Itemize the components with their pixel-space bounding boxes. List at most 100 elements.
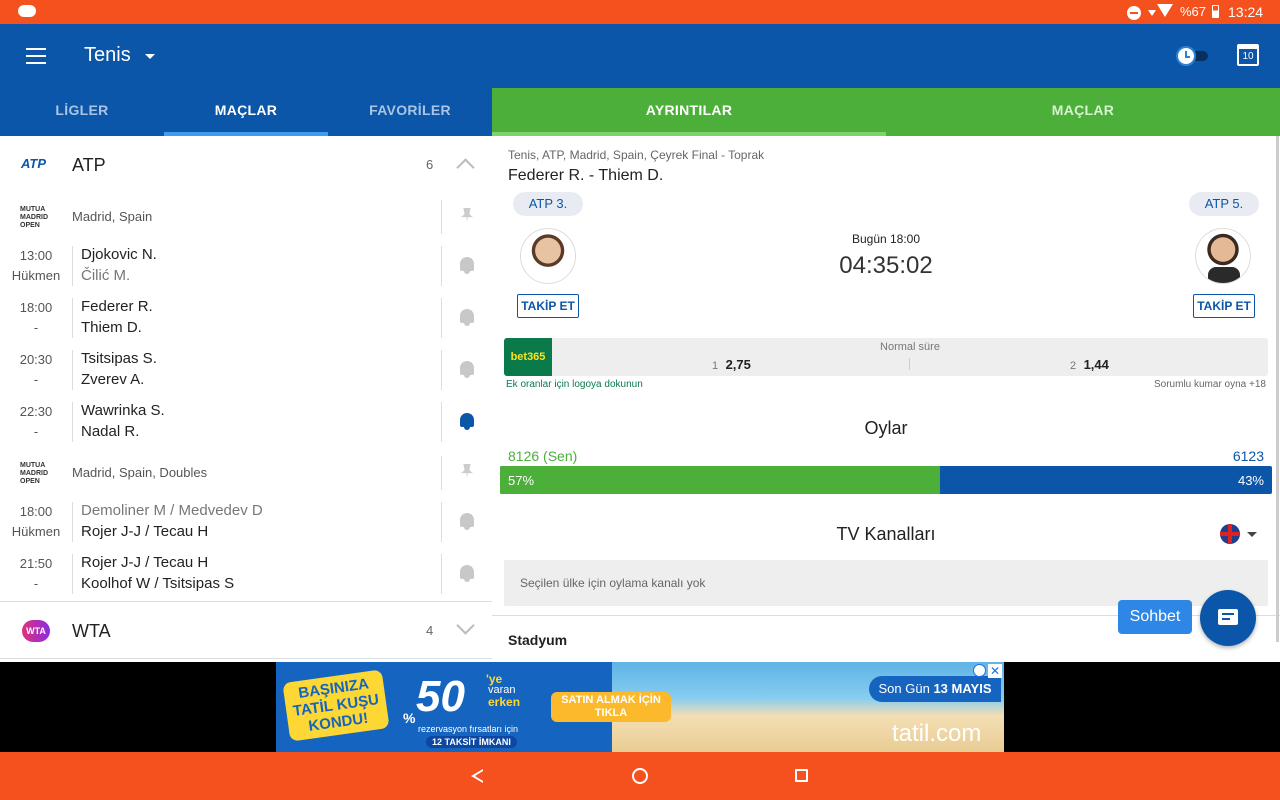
match-status: - [33, 372, 39, 387]
tab-leagues[interactable]: LİGLER [0, 88, 164, 136]
bell-icon[interactable] [460, 413, 474, 427]
scrollbar[interactable] [1276, 136, 1279, 642]
ad-banner-area: BAŞINIZA TATİL KUŞU KONDU! % 50 'ye vara… [0, 662, 1280, 752]
league-header-wta[interactable]: WTA WTA 4 [0, 601, 492, 659]
ad-info-icon[interactable] [973, 664, 986, 677]
pin-icon[interactable] [461, 208, 473, 222]
player-photo-left [520, 228, 576, 284]
right-tab-bar: AYRINTILAR MAÇLAR [492, 88, 1280, 136]
votes-title: Oylar [864, 418, 908, 438]
bet365-logo[interactable]: bet365 [504, 338, 552, 376]
tab-favorites[interactable]: FAVORİLER [328, 88, 492, 136]
match-details: Tenis, ATP, Madrid, Spain, Çeyrek Final … [492, 136, 1280, 662]
tab-details[interactable]: AYRINTILAR [492, 88, 886, 136]
bell-icon[interactable] [460, 361, 474, 375]
recents-icon[interactable] [795, 769, 808, 782]
tournament-location: Madrid, Spain, Doubles [72, 465, 208, 480]
player-away: Čilić M. [81, 267, 131, 284]
vote-bar[interactable]: 57% 43% [500, 466, 1272, 494]
ad-subline: rezervasyon fırsatları için [418, 724, 519, 734]
battery-icon [1212, 5, 1219, 18]
player-home: Rojer J-J / Tecau H [81, 554, 209, 571]
wta-logo: WTA [22, 620, 50, 642]
mutua-madrid-logo: MUTUA MADRID OPEN [20, 206, 48, 229]
league-name: WTA [72, 621, 111, 641]
votes-home: 8126 (Sen) [508, 448, 578, 464]
match-row[interactable]: 22:30 - Wawrinka S. Nadal R. [0, 396, 492, 448]
odds-label: Normal süre [880, 341, 940, 353]
countdown: 04:35:02 [839, 252, 933, 279]
rank-right: ATP 5. [1189, 192, 1259, 216]
match-list: ATP ATP 6 MUTUA MADRID OPEN Madrid, Spai… [0, 136, 492, 662]
match-row[interactable]: 13:00 Hükmen Djokovic N. Čilić M. [0, 240, 492, 292]
player-away: Rojer J-J / Tecau H [81, 523, 209, 540]
match-time: 18:00 [19, 504, 53, 519]
status-bar: %67 13:24 [0, 0, 1280, 24]
match-status: - [33, 424, 39, 439]
bell-icon[interactable] [460, 309, 474, 323]
match-row[interactable]: 21:50 - Rojer J-J / Tecau H Koolhof W / Tsi… [0, 548, 492, 600]
uk-flag-icon [1220, 524, 1240, 544]
player-away: Nadal R. [81, 423, 140, 440]
match-time: 18:00 [19, 300, 53, 315]
tournament-header: MUTUA MADRID OPEN Madrid, Spain, Doubles [0, 450, 492, 496]
rank-left: ATP 3. [513, 192, 583, 216]
tab-matches[interactable]: MAÇLAR [164, 88, 328, 136]
tv-title: TV Kanalları [836, 524, 936, 544]
system-nav-bar [0, 752, 1280, 800]
match-time: 22:30 [19, 404, 53, 419]
player-home: Wawrinka S. [81, 402, 165, 419]
league-header-atp[interactable]: ATP ATP 6 [0, 136, 492, 194]
match-date: Bugün 18:00 [851, 232, 921, 246]
vote-pct-home: 57% [508, 473, 535, 488]
ad-number: 50 [416, 672, 465, 721]
ad-suffix3: erken [488, 695, 521, 709]
match-row[interactable]: 20:30 - Tsitsipas S. Zverev A. [0, 344, 492, 396]
votes-away: 6123 [1232, 448, 1264, 464]
clock-icon [1176, 46, 1196, 66]
do-not-disturb-icon [1127, 6, 1141, 20]
follow-right-button[interactable]: TAKİP ET [1193, 294, 1255, 318]
chat-bubble-icon [1218, 609, 1238, 625]
chat-fab[interactable] [1200, 590, 1256, 646]
live-toggle[interactable] [1176, 46, 1208, 66]
player-home: Federer R. [81, 298, 153, 315]
bell-icon[interactable] [460, 513, 474, 527]
match-status: - [33, 576, 39, 591]
ad-banner[interactable]: BAŞINIZA TATİL KUŞU KONDU! % 50 'ye vara… [276, 662, 1004, 752]
match-row[interactable]: 18:00 - Federer R. Thiem D. [0, 292, 492, 344]
ad-lastday-badge: Son Gün 13 MAYIS [869, 676, 1001, 702]
bell-icon[interactable] [460, 565, 474, 579]
sport-selector[interactable]: Tenis [84, 44, 156, 68]
country-selector[interactable] [1220, 523, 1260, 545]
follow-left-button[interactable]: TAKİP ET [517, 294, 579, 318]
odd-home[interactable]: 1 2,75 [712, 356, 751, 374]
cloud-icon [18, 5, 36, 17]
match-row[interactable]: 18:00 Hükmen Demoliner M / Medvedev D Rojer… [0, 496, 492, 548]
ad-close-icon[interactable]: ✕ [988, 664, 1002, 678]
chevron-up-icon[interactable] [456, 158, 475, 177]
chat-button[interactable]: Sohbet [1118, 600, 1192, 634]
vote-bar-home-fill [500, 466, 941, 494]
vote-pct-away: 43% [1237, 473, 1264, 488]
player-away: Zverev A. [81, 371, 145, 388]
menu-icon[interactable] [26, 48, 46, 64]
pin-icon[interactable] [461, 464, 473, 478]
league-count: 4 [426, 623, 434, 638]
odd-away[interactable]: 2 1,44 [1070, 356, 1109, 374]
bell-icon[interactable] [460, 257, 474, 271]
responsible-gambling: Sorumlu kumar oyna +18 [1153, 379, 1266, 390]
tab-matches-right[interactable]: MAÇLAR [886, 88, 1280, 136]
player-away: Thiem D. [81, 319, 142, 336]
ad-cta[interactable]: SATIN ALMAK İÇİN TIKLA [551, 692, 671, 722]
match-time: 20:30 [19, 352, 53, 367]
match-status: Hükmen [11, 524, 61, 539]
home-icon[interactable] [632, 768, 648, 784]
match-status: - [33, 320, 39, 335]
ad-installments: 12 TAKSİT İMKANI [426, 736, 517, 748]
stadium-label: Stadyum [508, 632, 568, 648]
player-home: Demoliner M / Medvedev D [81, 502, 263, 519]
sport-title: Tenis [84, 44, 131, 66]
chevron-down-icon[interactable] [456, 616, 475, 635]
calendar-icon[interactable]: 10 [1237, 44, 1259, 66]
